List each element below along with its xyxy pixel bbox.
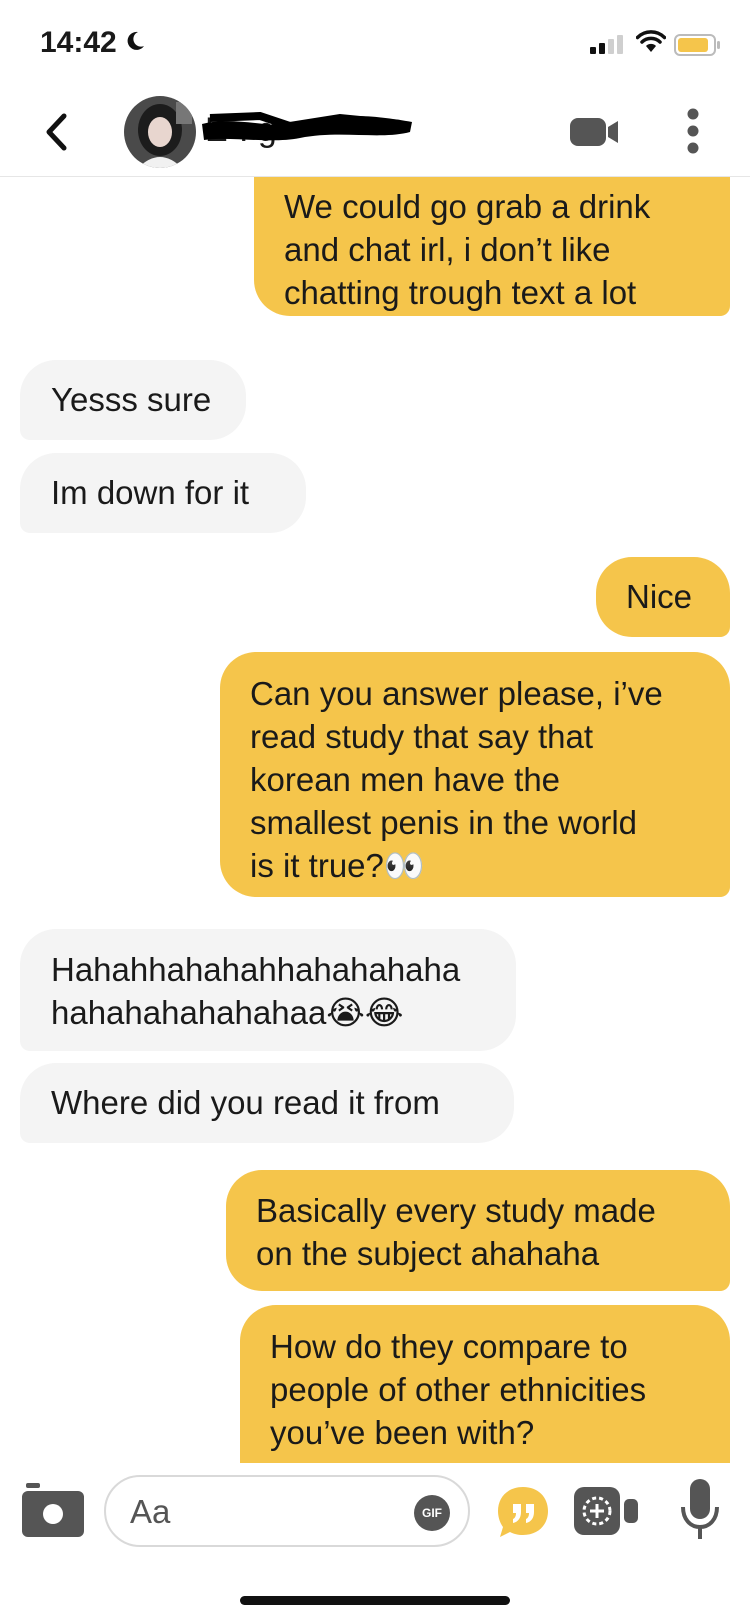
message-input-wrapper: GIF [104,1475,470,1547]
message-bubble-incoming[interactable]: Where did you read it from [20,1063,514,1143]
message-line: How do they compare to [270,1328,628,1365]
home-indicator [240,1596,510,1605]
message-bubble-incoming[interactable]: Hahahhahahahhahahahaha hahahahahahahaa😭😂 [20,929,516,1051]
message-bubble-incoming[interactable]: Im down for it [20,453,306,533]
opening-moves-icon[interactable] [496,1485,550,1539]
video-note-icon[interactable] [572,1485,644,1537]
camera-icon[interactable] [22,1483,84,1537]
battery-icon [674,34,720,56]
message-line: hahahahahahahaa😭😂 [51,994,404,1031]
message-line: smallest penis in the world [250,804,638,841]
moon-icon [127,31,144,50]
message-bubble-outgoing[interactable]: We could go grab a drink and chat irl, i… [254,177,730,316]
message-line: people of other ethnicities [270,1371,647,1408]
message-line: Where did you read it from [51,1084,440,1121]
message-bubble-outgoing[interactable]: How do they compare to people of other e… [240,1305,730,1463]
message-bubble-outgoing[interactable]: Can you answer please, i’ve read study t… [220,652,730,897]
wifi-icon [636,30,666,52]
message-line: is it true?👀 [250,847,425,884]
message-line: Basically every study made [256,1192,656,1229]
message-line: and chat irl, i don’t like [284,231,611,268]
message-line: read study that say that [250,718,594,755]
avatar[interactable] [124,96,196,168]
status-time: 14:42 [40,26,117,59]
message-line: on the subject ahahaha [256,1235,600,1272]
gif-button[interactable]: GIF [414,1495,450,1531]
video-call-icon[interactable] [570,116,620,148]
message-bubble-incoming[interactable]: Yesss sure [20,360,246,440]
message-bubble-outgoing[interactable]: Basically every study made on the subjec… [226,1170,730,1291]
message-composer: GIF [0,1463,750,1573]
message-input[interactable] [128,1489,392,1535]
message-bubble-outgoing[interactable]: Nice [596,557,730,637]
back-icon[interactable] [42,112,72,152]
status-bar: 14:42 [0,0,750,90]
message-line: We could go grab a drink [284,188,651,225]
message-line: Hahahhahahahhahahahaha [51,951,461,988]
more-options-icon[interactable] [686,108,700,154]
message-line: korean men have the [250,761,561,798]
message-line: chatting trough text a lot [284,274,637,311]
microphone-icon[interactable] [680,1479,720,1541]
avatar-photo [124,96,196,168]
message-line: Nice [626,578,693,615]
message-line: Can you answer please, i’ve [250,675,663,712]
message-line: Im down for it [51,474,250,511]
signal-icon [590,35,623,54]
redaction-scribble [202,112,412,141]
message-line: Yesss sure [51,381,212,418]
chat-header: E·. g [0,90,750,177]
message-line: you’ve been with? [270,1414,535,1451]
message-list[interactable]: We could go grab a drink and chat irl, i… [0,177,750,1463]
